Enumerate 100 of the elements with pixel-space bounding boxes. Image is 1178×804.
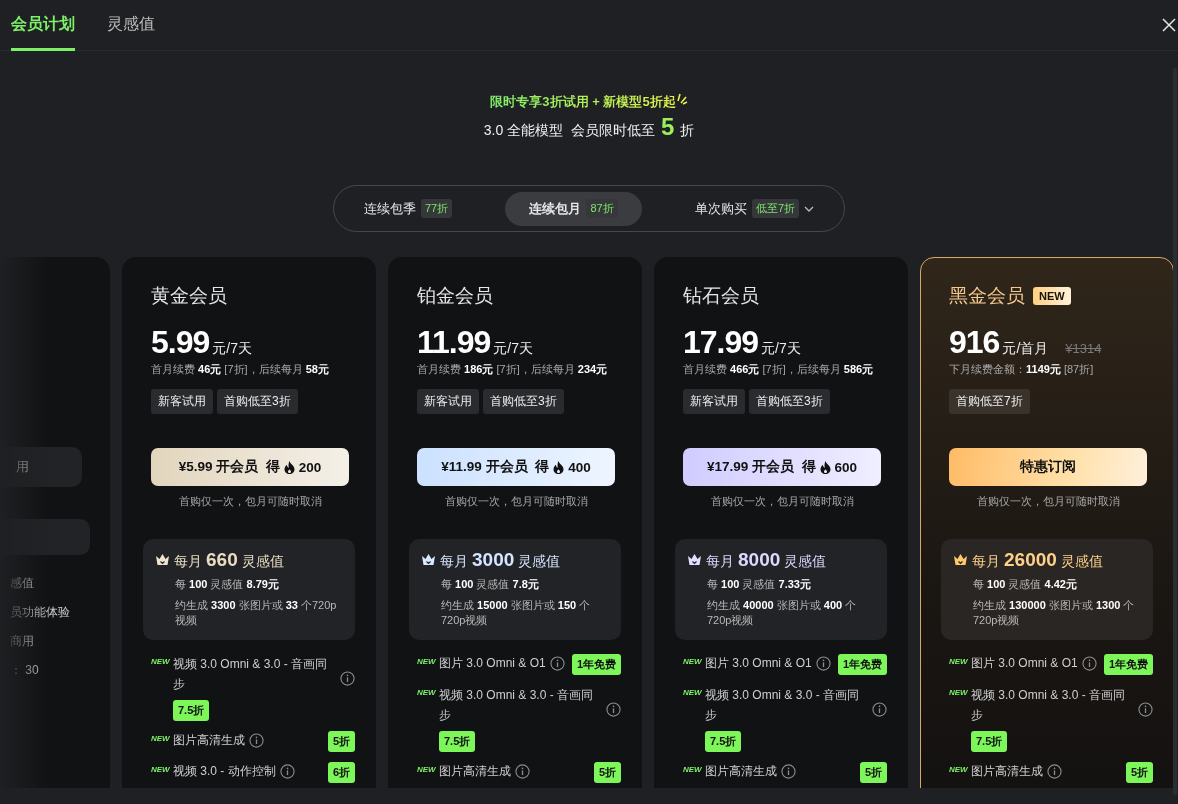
info-icon[interactable]: [1047, 763, 1062, 779]
info-icon[interactable]: [872, 702, 887, 717]
crown-icon: [155, 553, 170, 566]
sparkle-icon: [675, 93, 688, 105]
feature-text: 图片高清生成: [705, 763, 777, 780]
price-unit: 元/7天: [493, 340, 533, 358]
tab[interactable]: 会员计划: [11, 0, 75, 51]
tab[interactable]: 灵感值: [107, 0, 155, 51]
feature-text: 视频 3.0 Omni & 3.0 - 音画同步: [705, 687, 861, 724]
purchase-note: 首购仅一次，包月可随时取消: [975, 494, 1121, 509]
credits-unit: 灵感值: [1060, 553, 1103, 571]
new-label: NEW: [417, 657, 435, 666]
new-label: NEW: [683, 688, 701, 697]
credits-amount: 26000: [1004, 549, 1057, 571]
credits-label: 每月: [706, 553, 734, 571]
info-icon[interactable]: [815, 655, 831, 671]
feature-text: 图片 3.0 Omni & O1: [971, 655, 1078, 672]
plan-name: 黑金会员: [949, 284, 1025, 308]
discount-badge: 5折: [859, 762, 887, 783]
feature-text: 图片高清生成: [173, 732, 245, 749]
plan-name: 铂金会员: [417, 284, 493, 308]
discount-badge: 5折: [327, 731, 355, 752]
new-badge: NEW: [1033, 287, 1071, 305]
credits-unit: 灵感值: [784, 553, 827, 571]
credits-estimate: 约生成 15000 张图片或 150 个720p视频: [441, 598, 592, 628]
feature-text: 图片 3.0 Omni & O1: [705, 655, 812, 672]
plan-price: 17.99: [683, 326, 759, 358]
billing-option[interactable]: 单次购买 低至7折: [670, 191, 838, 226]
credits-rate: 每 100 灵感值 7.33元: [707, 577, 812, 592]
discount-badge: 5折: [1125, 762, 1153, 783]
new-label: NEW: [151, 657, 169, 666]
flame-icon: [283, 460, 295, 474]
info-icon[interactable]: [549, 655, 565, 671]
purchase-note: 首购仅一次，包月可随时取消: [443, 494, 589, 509]
billing-option[interactable]: 连续包月 87折: [505, 191, 642, 226]
renewal-text: 下月续费金额：1149元 [87折]: [949, 362, 1095, 377]
feature-text: 视频 3.0 Omni & 3.0 - 音画同步: [173, 656, 329, 693]
promo-text: 3.0 全能模型 会员限时低至: [483, 122, 655, 140]
plan-name: 钻石会员: [683, 284, 759, 308]
new-label: NEW: [151, 765, 169, 774]
renewal-text: 首月续费 186元 [7折]，后续每月 234元: [417, 362, 609, 377]
promo-unit: 折: [680, 122, 695, 140]
new-label: NEW: [417, 688, 435, 697]
flame-icon: [819, 460, 831, 474]
info-icon[interactable]: [249, 732, 264, 748]
close-icon[interactable]: [1162, 18, 1176, 32]
credits-estimate: 约生成 40000 张图片或 400 个720p视频: [707, 598, 858, 628]
plan-tag: 首购低至7折: [949, 389, 1030, 414]
credits-amount: 8000: [738, 549, 781, 571]
discount-badge: 1年免费: [1103, 654, 1153, 675]
info-icon[interactable]: [781, 763, 796, 779]
discount-badge: 1年免费: [837, 654, 887, 675]
crown-icon: [421, 553, 436, 566]
info-icon[interactable]: [606, 702, 621, 717]
discount-badge: 7.5折: [439, 731, 476, 752]
renewal-text: 首月续费 46元 [7折]，后续每月 58元: [151, 362, 330, 377]
new-label: NEW: [949, 765, 967, 774]
credits-estimate: 约生成 130000 张图片或 1300 个720p视频: [973, 598, 1136, 628]
credits-rate: 每 100 灵感值 8.79元: [175, 577, 280, 592]
price-unit: 元/首月: [1002, 340, 1049, 358]
info-icon[interactable]: [1138, 702, 1153, 717]
discount-badge: 6折: [327, 762, 355, 783]
info-icon[interactable]: [340, 671, 355, 686]
billing-option[interactable]: 连续包季 77折: [340, 191, 477, 226]
credits-label: 每月: [972, 553, 1000, 571]
credits-estimate: 约生成 3300 张图片或 33 个720p视频: [175, 598, 338, 628]
subscribe-button[interactable]: ¥5.99 开会员 得 200: [151, 448, 349, 486]
plan-tag: 首购低至3折: [483, 389, 564, 414]
discount-badge: 7.5折: [173, 700, 210, 721]
subscribe-button[interactable]: ¥11.99 开会员 得 400: [417, 448, 615, 486]
flame-icon: [553, 460, 565, 474]
subscribe-button[interactable]: ¥17.99 开会员 得 600: [683, 448, 881, 486]
feature-text: 图片 3.0 Omni & O1: [439, 655, 546, 672]
plan-tag: 新客试用: [417, 389, 479, 414]
subscribe-button[interactable]: 特惠订阅: [949, 448, 1147, 486]
price-unit: 元/7天: [761, 340, 801, 358]
credits-amount: 660: [206, 549, 238, 571]
price-unit: 元/7天: [212, 340, 252, 358]
feature-text: 感值: [9, 575, 35, 592]
info-icon[interactable]: [515, 763, 530, 779]
renewal-text: 首月续费 466元 [7折]，后续每月 586元: [683, 362, 875, 377]
info-icon[interactable]: [1081, 655, 1097, 671]
feature-text: 图片高清生成: [971, 763, 1043, 780]
plan-price: 916: [949, 326, 1000, 358]
discount-badge: 77折: [421, 199, 453, 218]
feature-text: ： 30: [9, 662, 40, 679]
info-icon[interactable]: [279, 763, 295, 779]
credits-label: 每月: [174, 553, 202, 571]
credits-unit: 灵感值: [518, 553, 561, 571]
discount-badge: 7.5折: [705, 731, 742, 752]
credits-label: 每月: [440, 553, 468, 571]
feature-text: 视频 3.0 - 动作控制: [173, 763, 276, 780]
credits-amount: 3000: [472, 549, 515, 571]
new-label: NEW: [417, 765, 435, 774]
promo-discount: 5: [660, 115, 675, 139]
credits-rate: 每 100 灵感值 4.42元: [973, 577, 1078, 592]
plan-price: 5.99: [151, 326, 210, 358]
discount-badge: 5折: [593, 762, 621, 783]
feature-text: 图片高清生成: [439, 763, 511, 780]
credits-unit: 灵感值: [241, 553, 284, 571]
